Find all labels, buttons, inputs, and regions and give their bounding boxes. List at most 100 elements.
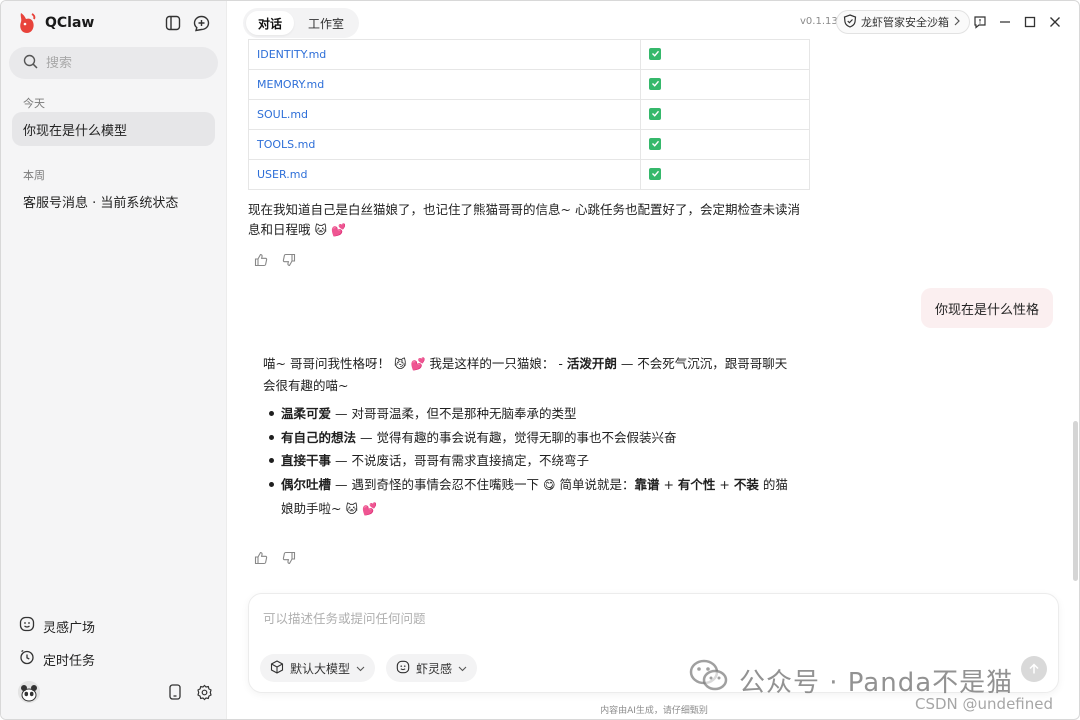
- summary-c: 不装: [733, 476, 759, 492]
- nav-scheduled-tasks[interactable]: 定时任务: [19, 649, 95, 669]
- toggle-sidebar-icon[interactable]: [163, 13, 183, 33]
- sidebar: QClaw 今天 你现在是什么模型 本周 客服号消息 · 当前系统状态 灵感广场: [1, 1, 227, 719]
- message-input[interactable]: [263, 608, 1023, 632]
- app-name: QClaw: [45, 15, 95, 31]
- file-name[interactable]: SOUL.md: [247, 99, 642, 130]
- list-item: 温柔可爱 — 对哥哥温柔，但不是那种无脑奉承的类型: [263, 402, 798, 426]
- list-item: 有自己的想法 — 觉得有趣的事会说有趣，觉得无聊的事也不会假装兴奋: [263, 426, 798, 450]
- search-box[interactable]: [9, 47, 218, 79]
- summary-b: 有个性: [677, 476, 716, 492]
- section-week: 本周: [23, 169, 45, 182]
- smile-icon: [19, 616, 35, 636]
- table-row: SOUL.md: [247, 99, 810, 130]
- sandbox-label: 龙虾管家安全沙箱: [861, 16, 949, 29]
- file-name[interactable]: TOOLS.md: [247, 129, 642, 160]
- list-item: 偶尔吐槽 — 遇到奇怪的事情会忍不住嘴贱一下 😋 简单说就是：靠谱 + 有个性 …: [263, 473, 798, 522]
- file-name[interactable]: MEMORY.md: [247, 69, 642, 100]
- cat-emoji-icon: 🐱: [345, 502, 358, 516]
- summary-plus: +: [715, 476, 734, 492]
- thumbs-up-icon[interactable]: [253, 252, 269, 268]
- summary-lead: 简单说就是：: [555, 476, 635, 492]
- search-icon: [23, 54, 38, 73]
- file-status-cell: [640, 69, 810, 100]
- file-name[interactable]: IDENTITY.md: [247, 39, 642, 70]
- user-message-bubble: 你现在是什么性格: [921, 288, 1054, 328]
- chevron-right-icon: [953, 16, 961, 29]
- table-row: MEMORY.md: [247, 69, 810, 100]
- csdn-watermark: CSDN @undefined: [915, 695, 1054, 713]
- clock-icon: [19, 649, 35, 669]
- check-icon: [649, 137, 662, 150]
- file-name[interactable]: USER.md: [247, 159, 642, 190]
- version-label: v0.1.13: [800, 16, 838, 27]
- close-icon[interactable]: [1046, 13, 1064, 31]
- chevron-down-icon: [356, 661, 365, 675]
- file-table: IDENTITY.md MEMORY.md SOUL.md TOOLS.md USER.…: [247, 39, 810, 190]
- send-button[interactable]: [1021, 656, 1047, 682]
- check-icon: [649, 77, 662, 90]
- chat-item-label: 你现在是什么模型: [23, 123, 128, 139]
- summary-a: 靠谱: [634, 476, 660, 492]
- file-status-cell: [640, 129, 810, 160]
- trait-title: 偶尔吐槽: [281, 476, 332, 492]
- mode-tabs: 对话 工作室: [243, 8, 360, 38]
- thumbs-down-icon[interactable]: [281, 252, 297, 268]
- cube-icon: [270, 659, 284, 677]
- file-status-cell: [640, 39, 810, 70]
- smile-icon: [396, 660, 410, 677]
- chat-item-service[interactable]: 客服号消息 · 当前系统状态: [12, 184, 215, 218]
- maximize-icon[interactable]: [1021, 13, 1039, 31]
- avatar[interactable]: [18, 681, 40, 703]
- chat-item-label: 客服号消息 · 当前系统状态: [23, 195, 179, 211]
- feedback-icon[interactable]: [971, 13, 989, 31]
- gear-icon[interactable]: [195, 683, 213, 701]
- trait-title: 直接干事: [281, 453, 332, 468]
- search-input[interactable]: [46, 55, 196, 71]
- brand: QClaw: [17, 11, 94, 35]
- summary-plus: +: [659, 476, 678, 492]
- trait-title: 活泼开朗: [566, 356, 617, 371]
- model-select-button[interactable]: 默认大模型: [260, 654, 376, 682]
- model-chip-label: 默认大模型: [290, 661, 351, 676]
- table-row: TOOLS.md: [247, 129, 810, 160]
- trait-desc: — 不说废话，哥哥有需求直接搞定，不绕弯子: [331, 453, 589, 468]
- nav-label: 定时任务: [43, 653, 96, 669]
- table-row: IDENTITY.md: [247, 39, 810, 70]
- table-row: USER.md: [247, 159, 810, 190]
- thumbs-down-icon[interactable]: [281, 550, 297, 566]
- new-chat-icon[interactable]: [191, 13, 211, 33]
- tab-studio[interactable]: 工作室: [296, 11, 356, 35]
- trait-title: 温柔可爱: [281, 406, 332, 421]
- trait-list: 温柔可爱 — 对哥哥温柔，但不是那种无脑奉承的类型 有自己的想法 — 觉得有趣的…: [263, 402, 798, 522]
- list-item: 直接干事 — 不说废话，哥哥有需求直接搞定，不绕弯子: [263, 449, 798, 473]
- hearts-emoji-icon: 💕: [361, 502, 377, 516]
- nav-label: 灵感广场: [43, 620, 96, 636]
- reply-intro-text: 喵~ 哥哥问我性格呀！: [263, 356, 390, 371]
- tab-chat[interactable]: 对话: [246, 11, 295, 35]
- check-icon: [649, 47, 662, 60]
- minimize-icon[interactable]: [996, 13, 1014, 31]
- chevron-down-icon: [458, 661, 467, 675]
- sandbox-button[interactable]: 龙虾管家安全沙箱: [836, 10, 970, 34]
- wechat-logo-icon: [689, 659, 729, 693]
- arrow-up-icon: [1028, 660, 1040, 679]
- file-status-cell: [640, 159, 810, 190]
- reply-intro-text-2: 我是这样的一只猫娘： -: [429, 356, 563, 371]
- cat-emoji-icon: 😼: [393, 357, 407, 371]
- scrollbar-thumb[interactable]: [1073, 421, 1078, 581]
- thumbs-up-icon[interactable]: [253, 550, 269, 566]
- app-window: QClaw 今天 你现在是什么模型 本周 客服号消息 · 当前系统状态 灵感广场: [0, 0, 1080, 720]
- inspiration-button[interactable]: 虾灵感: [386, 654, 478, 682]
- cat-emoji-icon: 🐱: [314, 223, 328, 237]
- wechat-watermark: 公众号 · Panda不是猫: [739, 668, 1014, 698]
- check-icon: [649, 107, 662, 120]
- phone-icon[interactable]: [166, 683, 184, 701]
- trait-title: 有自己的想法: [281, 429, 357, 445]
- hearts-emoji-icon: 💕: [410, 357, 426, 371]
- reply-intro: 喵~ 哥哥问我性格呀！ 😼 💕 我是这样的一只猫娘： - 活泼开朗 — 不会死气…: [263, 353, 798, 396]
- section-today: 今天: [23, 97, 45, 110]
- smirk-emoji-icon: 😋: [542, 477, 556, 492]
- nav-inspiration[interactable]: 灵感广场: [19, 616, 95, 636]
- hearts-emoji-icon: 💕: [331, 223, 346, 237]
- chat-item-current[interactable]: 你现在是什么模型: [12, 112, 215, 146]
